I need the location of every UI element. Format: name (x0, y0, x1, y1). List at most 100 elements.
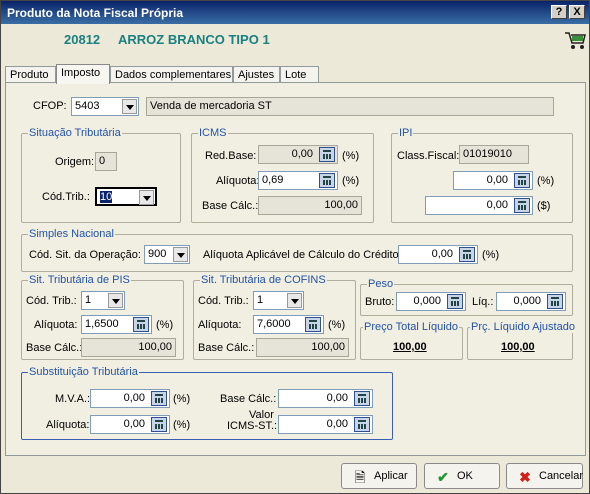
pis-aliq-value: 1,6500 (85, 318, 119, 330)
simples-group: Simples Nacional Cód. Sit. da Operação: … (21, 228, 573, 272)
situacao-legend: Situação Tributária (28, 127, 122, 139)
preco-ajustado-value: 100,00 (501, 341, 535, 353)
mva-field[interactable]: 0,00 (90, 389, 170, 408)
calculator-icon[interactable] (547, 294, 563, 309)
pis-cod-select[interactable]: 1 (81, 291, 125, 310)
cancel-button[interactable]: ✖ Cancelar (506, 463, 583, 489)
mva-label: M.V.A.: (55, 393, 91, 405)
close-icon: ✖ (519, 469, 531, 485)
simples-cod-select[interactable]: 900 (144, 245, 190, 264)
product-code: 20812 (64, 32, 101, 47)
apply-button[interactable]: 🗎 Aplicar (341, 463, 417, 489)
cod-trib-value: 10 (100, 191, 113, 203)
peso-liq-field[interactable]: 0,000 (496, 292, 566, 311)
window-title: Produto da Nota Fiscal Própria (7, 6, 184, 20)
calculator-icon[interactable] (133, 317, 149, 332)
situacao-group: Situação Tributária Origem: 0 Cód.Trib.:… (21, 127, 181, 223)
st-valor-label-2: ICMS-ST.: (227, 420, 278, 432)
icms-legend: ICMS (198, 127, 228, 139)
ipi-legend: IPI (398, 127, 414, 139)
cod-trib-select[interactable]: 10 (95, 187, 157, 206)
classfiscal-field: 01019010 (459, 145, 529, 164)
chevron-down-icon[interactable] (122, 99, 137, 114)
icms-group: ICMS Red.Base: 0,00 (%) Alíquota: 0,69 (… (191, 127, 374, 223)
tab-produto[interactable]: Produto (5, 66, 56, 83)
product-header: 20812 ARROZ BRANCO TIPO 1 (1, 24, 589, 61)
ipi-pct: (%) (537, 175, 555, 187)
aliquota-value: 0,69 (262, 174, 284, 186)
st-base-value: 0,00 (326, 392, 348, 404)
mva-value: 0,00 (123, 392, 145, 404)
st-aliq-field[interactable]: 0,00 (90, 415, 170, 434)
aliquota-pct: (%) (342, 175, 360, 187)
ipi-pct-field[interactable]: 0,00 (453, 171, 533, 190)
apply-icon: 🗎 (354, 469, 366, 485)
cofins-cod-label: Cód. Trib.: (198, 295, 249, 307)
close-button[interactable]: X (569, 5, 585, 19)
cofins-cod-select[interactable]: 1 (253, 291, 304, 310)
calculator-icon[interactable] (514, 173, 530, 188)
preco-total-group: Preço Total Líquido 100,00 (360, 321, 463, 360)
cfop-select[interactable]: 5403 (71, 97, 139, 116)
mva-pct: (%) (173, 393, 191, 405)
preco-total-value: 100,00 (393, 341, 427, 353)
simples-aliq-value: 0,00 (431, 248, 453, 260)
calculator-icon[interactable] (354, 391, 370, 406)
peso-bruto-field[interactable]: 0,000 (396, 292, 466, 311)
st-base-label: Base Cálc.: (220, 393, 277, 405)
simples-aliq-field[interactable]: 0,00 (398, 245, 478, 264)
apply-label: Aplicar (374, 470, 408, 482)
cofins-cod-value: 1 (257, 294, 264, 306)
cofins-aliq-field[interactable]: 7,6000 (253, 315, 324, 334)
peso-liq-label: Líq.: (472, 296, 494, 308)
simples-legend: Simples Nacional (28, 228, 115, 240)
calculator-icon[interactable] (151, 417, 167, 432)
calculator-icon[interactable] (151, 391, 167, 406)
peso-bruto-value: 0,000 (413, 295, 441, 307)
title-bar[interactable]: Produto da Nota Fiscal Própria ? X (1, 1, 589, 24)
pis-aliq-field[interactable]: 1,6500 (81, 315, 152, 334)
ipi-group: IPI Class.Fiscal: 01019010 0,00 (%) 0,00… (391, 127, 573, 223)
calculator-icon[interactable] (305, 317, 321, 332)
basecalc-field: 100,00 (258, 196, 362, 215)
classfiscal-label: Class.Fiscal: (397, 150, 460, 162)
tab-dados-complementares[interactable]: Dados complementares (110, 66, 233, 83)
chevron-down-icon[interactable] (108, 293, 123, 308)
pis-pct: (%) (156, 319, 174, 331)
pis-base-field: 100,00 (81, 338, 176, 357)
ok-button[interactable]: ✔ OK (424, 463, 500, 489)
simples-cod-label: Cód. Sit. da Operação: (29, 249, 141, 261)
ipi-money-value: 0,00 (486, 199, 508, 211)
tab-ajustes[interactable]: Ajustes (233, 66, 280, 83)
calculator-icon[interactable] (354, 417, 370, 432)
simples-pct: (%) (482, 249, 500, 261)
simples-aliq-label: Alíquota Aplicável de Cálculo do Crédito… (203, 249, 402, 261)
product-name: ARROZ BRANCO TIPO 1 (118, 32, 270, 47)
chevron-down-icon[interactable] (173, 247, 188, 262)
cofins-group: Sit. Tributária de COFINS Cód. Trib.: 1 … (193, 274, 356, 360)
aliquota-field[interactable]: 0,69 (258, 171, 338, 190)
aliquota-label: Alíquota: (216, 175, 260, 187)
chevron-down-icon[interactable] (139, 190, 154, 205)
ipi-money-field[interactable]: 0,00 (425, 196, 533, 215)
cofins-legend: Sit. Tributária de COFINS (200, 274, 327, 286)
st-aliq-pct: (%) (173, 419, 191, 431)
calculator-icon[interactable] (319, 147, 335, 162)
st-base-field[interactable]: 0,00 (278, 389, 373, 408)
redbase-field[interactable]: 0,00 (258, 145, 338, 164)
preco-ajustado-legend: Prç. Líquido Ajustado (470, 321, 576, 333)
dialog-window: Produto da Nota Fiscal Própria ? X 20812… (0, 0, 590, 494)
calculator-icon[interactable] (319, 173, 335, 188)
chevron-down-icon[interactable] (287, 293, 302, 308)
help-button[interactable]: ? (551, 5, 567, 19)
tab-lote[interactable]: Lote (280, 66, 319, 83)
redbase-label: Red.Base: (205, 150, 257, 162)
calculator-icon[interactable] (447, 294, 463, 309)
calculator-icon[interactable] (514, 198, 530, 213)
tab-imposto[interactable]: Imposto (56, 64, 110, 84)
ok-label: OK (457, 470, 473, 482)
st-valor-field[interactable]: 0,00 (278, 415, 373, 434)
pis-cod-label: Cód. Trib.: (26, 295, 77, 307)
st-valor-value: 0,00 (326, 418, 348, 430)
calculator-icon[interactable] (459, 247, 475, 262)
